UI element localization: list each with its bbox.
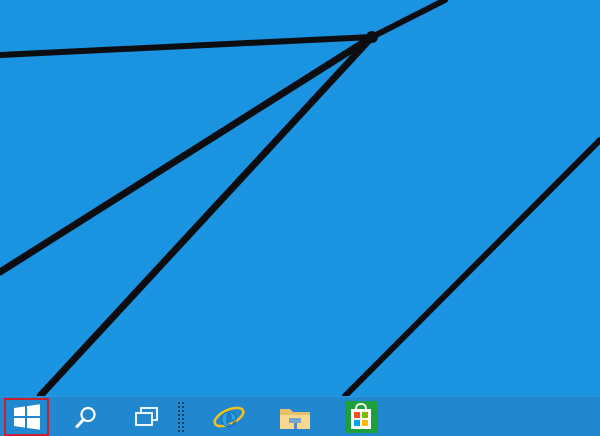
internet-explorer-icon: e — [213, 402, 245, 433]
start-button[interactable] — [4, 398, 49, 436]
store-button[interactable] — [338, 397, 384, 436]
taskbar-grip[interactable] — [176, 397, 186, 436]
task-view-button[interactable] — [124, 397, 170, 436]
wallpaper-lines — [0, 0, 600, 396]
task-view-icon — [135, 406, 158, 426]
svg-text:e: e — [221, 403, 238, 433]
search-icon — [75, 406, 96, 428]
grip-dots-icon — [178, 401, 184, 432]
file-explorer-button[interactable] — [270, 397, 320, 436]
folder-icon — [280, 408, 310, 429]
desktop-wallpaper[interactable] — [0, 0, 600, 396]
desktop-screen: e — [0, 0, 600, 436]
taskbar: e — [0, 396, 600, 436]
search-button[interactable] — [64, 397, 108, 436]
store-bag-icon — [345, 400, 377, 433]
windows-logo-icon — [13, 404, 40, 430]
internet-explorer-button[interactable]: e — [205, 397, 253, 436]
